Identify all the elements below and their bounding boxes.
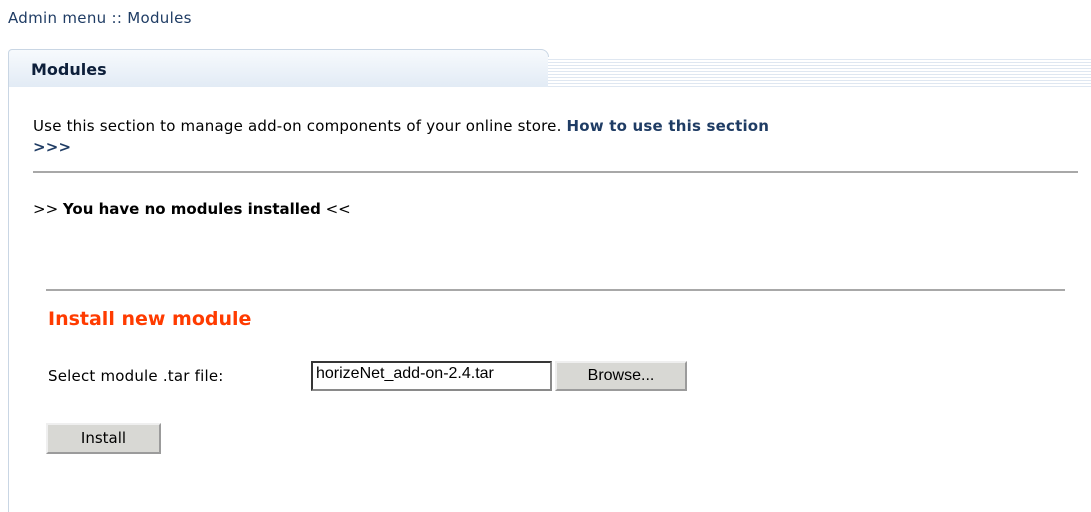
section-divider [33, 171, 1078, 173]
install-divider [46, 289, 1065, 291]
status-prefix: >> [33, 200, 63, 218]
module-file-input[interactable]: horizeNet_add-on-2.4.tar [311, 361, 552, 391]
breadcrumb[interactable]: Admin menu :: Modules [8, 9, 192, 27]
status-text: You have no modules installed [62, 200, 321, 218]
help-link-arrows[interactable]: >>> [33, 138, 71, 156]
status-message: >> You have no modules installed << [33, 200, 351, 218]
help-link[interactable]: How to use this section [567, 117, 770, 135]
install-button[interactable]: Install [46, 423, 161, 454]
status-suffix: << [320, 200, 351, 218]
panel-title: Modules [31, 60, 107, 79]
panel-header-stripes [548, 57, 1091, 87]
intro-text: Use this section to manage add-on compon… [33, 116, 1083, 158]
panel-header: Modules [8, 49, 549, 87]
install-section-title: Install new module [48, 308, 252, 330]
intro-description: Use this section to manage add-on compon… [33, 117, 567, 135]
file-select-label: Select module .tar file: [48, 367, 224, 385]
browse-button[interactable]: Browse... [555, 361, 687, 391]
